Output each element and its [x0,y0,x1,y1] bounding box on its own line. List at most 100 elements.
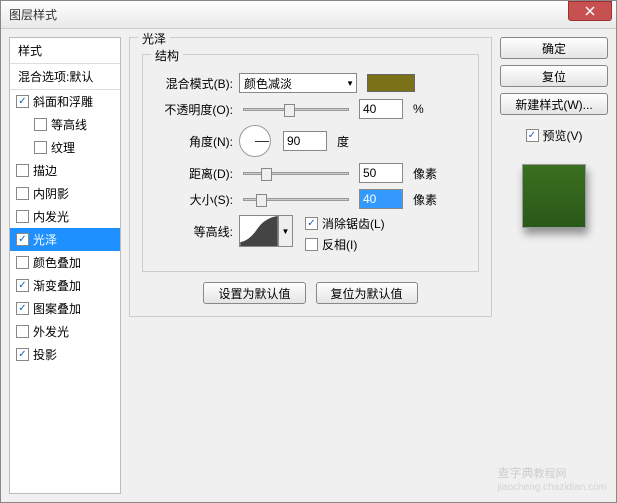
style-sidebar: 样式 混合选项:默认 斜面和浮雕等高线纹理描边内阴影内发光光泽颜色叠加渐变叠加图… [9,37,121,494]
checkbox-icon [16,210,29,223]
size-unit: 像素 [413,191,437,208]
sidebar-item[interactable]: 光泽 [10,228,120,251]
contour-picker[interactable] [239,215,279,247]
contour-label: 等高线: [155,215,233,240]
sidebar-item[interactable]: 投影 [10,343,120,366]
opacity-row: 不透明度(O): 40 % [155,99,466,119]
structure-fieldset: 结构 混合模式(B): 颜色减淡 ▼ 不透明度(O): [142,54,479,272]
sidebar-header: 样式 [10,38,120,64]
blend-color-swatch[interactable] [367,74,415,92]
checkbox-icon [305,217,318,230]
sidebar-item[interactable]: 斜面和浮雕 [10,90,120,113]
invert-label: 反相(I) [322,236,357,253]
sidebar-item-label: 内发光 [33,208,69,225]
sidebar-item-label: 图案叠加 [33,300,81,317]
size-input[interactable]: 40 [359,189,403,209]
size-row: 大小(S): 40 像素 [155,189,466,209]
sidebar-item[interactable]: 等高线 [10,113,120,136]
close-button[interactable] [568,1,612,21]
antialias-checkbox[interactable]: 消除锯齿(L) [305,215,385,232]
sidebar-item[interactable]: 颜色叠加 [10,251,120,274]
blend-mode-select[interactable]: 颜色减淡 ▼ [239,73,357,93]
sidebar-item-label: 等高线 [51,116,87,133]
checkbox-icon [305,238,318,251]
checkbox-icon [34,118,47,131]
checkbox-icon [16,233,29,246]
main-panel: 光泽 结构 混合模式(B): 颜色减淡 ▼ 不透明度(O): [129,37,492,494]
preview-checkbox[interactable]: 预览(V) [500,127,608,144]
contour-row: 等高线: ▼ 消除锯齿(L) [155,215,466,253]
dialog-body: 样式 混合选项:默认 斜面和浮雕等高线纹理描边内阴影内发光光泽颜色叠加渐变叠加图… [1,29,616,502]
sidebar-item-label: 光泽 [33,231,57,248]
checkbox-icon [16,325,29,338]
blend-mode-label: 混合模式(B): [155,75,233,92]
opacity-unit: % [413,102,424,116]
checkbox-icon [34,141,47,154]
opacity-label: 不透明度(O): [155,101,233,118]
structure-legend: 结构 [151,47,183,64]
cancel-button[interactable]: 复位 [500,65,608,87]
checkbox-icon [16,302,29,315]
checkbox-icon [16,279,29,292]
opacity-slider[interactable] [243,108,349,111]
sidebar-item-label: 纹理 [51,139,75,156]
dialog-window: 图层样式 样式 混合选项:默认 斜面和浮雕等高线纹理描边内阴影内发光光泽颜色叠加… [0,0,617,503]
blend-mode-row: 混合模式(B): 颜色减淡 ▼ [155,73,466,93]
checkbox-icon [16,348,29,361]
opacity-thumb[interactable] [284,104,295,117]
sidebar-item[interactable]: 描边 [10,159,120,182]
sidebar-item[interactable]: 渐变叠加 [10,274,120,297]
sidebar-item[interactable]: 内发光 [10,205,120,228]
sidebar-item[interactable]: 纹理 [10,136,120,159]
antialias-label: 消除锯齿(L) [322,215,385,232]
size-label: 大小(S): [155,191,233,208]
titlebar: 图层样式 [1,1,616,29]
reset-default-button[interactable]: 复位为默认值 [316,282,418,304]
angle-label: 角度(N): [155,133,233,150]
distance-thumb[interactable] [261,168,272,181]
preview-thumbnail [522,164,586,228]
sidebar-item-label: 颜色叠加 [33,254,81,271]
angle-unit: 度 [337,133,349,150]
sidebar-item-label: 描边 [33,162,57,179]
sidebar-item[interactable]: 图案叠加 [10,297,120,320]
blend-mode-value: 颜色减淡 [244,75,292,92]
new-style-button[interactable]: 新建样式(W)... [500,93,608,115]
distance-label: 距离(D): [155,165,233,182]
distance-unit: 像素 [413,165,437,182]
contour-icon [240,216,278,246]
size-slider[interactable] [243,198,349,201]
sidebar-item-label: 外发光 [33,323,69,340]
sidebar-item[interactable]: 内阴影 [10,182,120,205]
checkbox-icon [526,129,539,142]
angle-dial[interactable] [239,125,271,157]
sidebar-subheader[interactable]: 混合选项:默认 [10,64,120,90]
sidebar-item-label: 内阴影 [33,185,69,202]
distance-row: 距离(D): 50 像素 [155,163,466,183]
opacity-input[interactable]: 40 [359,99,403,119]
distance-slider[interactable] [243,172,349,175]
sidebar-item[interactable]: 外发光 [10,320,120,343]
window-title: 图层样式 [9,6,57,23]
distance-input[interactable]: 50 [359,163,403,183]
angle-row: 角度(N): 90 度 [155,125,466,157]
checkbox-icon [16,95,29,108]
close-icon [585,6,595,16]
satin-fieldset: 光泽 结构 混合模式(B): 颜色减淡 ▼ 不透明度(O): [129,37,492,317]
chevron-down-icon: ▼ [346,79,354,88]
checkbox-icon [16,187,29,200]
panel-title: 光泽 [138,30,170,47]
right-column: 确定 复位 新建样式(W)... 预览(V) [500,37,608,494]
contour-dropdown[interactable]: ▼ [279,215,293,247]
sidebar-item-label: 渐变叠加 [33,277,81,294]
sidebar-item-label: 斜面和浮雕 [33,93,93,110]
default-buttons: 设置为默认值 复位为默认值 [142,282,479,304]
sidebar-item-label: 投影 [33,346,57,363]
invert-checkbox[interactable]: 反相(I) [305,236,385,253]
set-default-button[interactable]: 设置为默认值 [203,282,305,304]
angle-input[interactable]: 90 [283,131,327,151]
checkbox-icon [16,256,29,269]
preview-label: 预览(V) [543,127,583,144]
ok-button[interactable]: 确定 [500,37,608,59]
size-thumb[interactable] [256,194,267,207]
